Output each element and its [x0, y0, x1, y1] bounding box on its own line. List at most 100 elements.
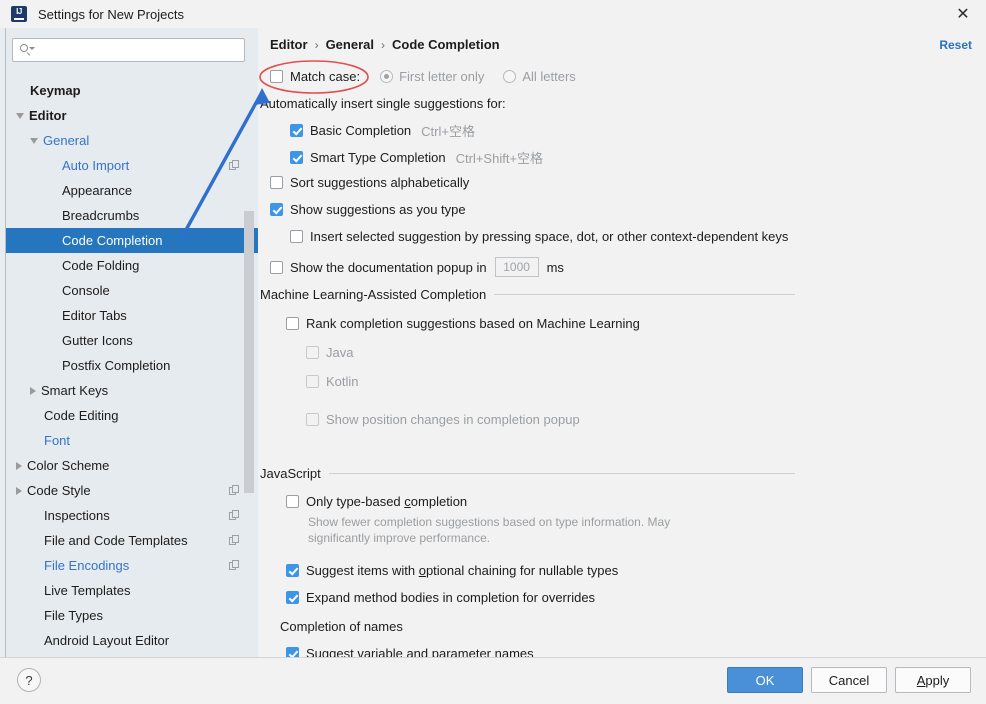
sidebar-item-console[interactable]: Console: [6, 278, 258, 303]
match-case-checkbox[interactable]: [270, 70, 283, 83]
search-input[interactable]: [37, 43, 244, 57]
sidebar-item-general[interactable]: General: [6, 128, 258, 153]
search-box[interactable]: [12, 38, 245, 62]
only-type-based-row: Only type-based completion: [286, 494, 467, 509]
ml-kotlin-checkbox[interactable]: [306, 375, 319, 388]
sidebar-item-code-folding[interactable]: Code Folding: [6, 253, 258, 278]
copy-settings-icon[interactable]: [229, 485, 240, 496]
window-title: Settings for New Projects: [38, 6, 184, 22]
sidebar-item-live-templates[interactable]: Live Templates: [6, 578, 258, 603]
breadcrumb-code-completion: Code Completion: [391, 37, 500, 52]
sort-alphabetically-checkbox[interactable]: [270, 176, 283, 189]
sidebar-item-breadcrumbs[interactable]: Breadcrumbs: [6, 203, 258, 228]
ml-position-changes-checkbox[interactable]: [306, 413, 319, 426]
sidebar-item-color-scheme[interactable]: Color Scheme: [6, 453, 258, 478]
ml-java-label: Java: [326, 345, 354, 360]
sidebar-item-gutter-icons[interactable]: Gutter Icons: [6, 328, 258, 353]
ml-rank-checkbox[interactable]: [286, 317, 299, 330]
all-letters-radio[interactable]: [503, 70, 517, 83]
optional-chaining-label: Suggest items with optional chaining for…: [306, 563, 619, 578]
match-case-row: Match case: First letter only All letter…: [270, 69, 576, 84]
chevron-right-icon[interactable]: [16, 486, 22, 495]
sidebar-item-code-editing[interactable]: Code Editing: [6, 403, 258, 428]
copy-settings-icon[interactable]: [229, 560, 240, 571]
sidebar-item-inspections[interactable]: Inspections: [6, 503, 258, 528]
sidebar-item-label: Breadcrumbs: [62, 208, 140, 223]
completion-of-names-text: Completion of names: [280, 619, 403, 634]
basic-completion-label: Basic Completion: [310, 123, 412, 138]
sidebar-item-postfix-completion[interactable]: Postfix Completion: [6, 353, 258, 378]
js-section-header: JavaScript: [260, 466, 795, 481]
sidebar-scrollbar-track[interactable]: [244, 78, 254, 657]
sidebar-item-code-style[interactable]: Code Style: [6, 478, 258, 503]
show-as-you-type-label: Show suggestions as you type: [290, 202, 466, 217]
dialog-footer: ? OK Cancel Apply: [0, 657, 986, 704]
sidebar-item-label: General: [43, 133, 90, 148]
doc-popup-delay-input[interactable]: [494, 257, 539, 277]
sidebar-item-label: Keymap: [30, 83, 81, 98]
suggest-variable-names-checkbox[interactable]: [286, 647, 299, 657]
sidebar-item-smart-keys[interactable]: Smart Keys: [6, 378, 258, 403]
first-letter-only-radio[interactable]: [380, 70, 394, 83]
cancel-button[interactable]: Cancel: [811, 667, 887, 693]
insert-selected-label: Insert selected suggestion by pressing s…: [310, 229, 789, 244]
show-as-you-type-checkbox[interactable]: [270, 203, 283, 216]
only-type-based-checkbox[interactable]: [286, 495, 299, 508]
chevron-down-icon[interactable]: [30, 137, 38, 144]
chevron-down-icon[interactable]: [16, 112, 24, 119]
sidebar-item-label: Smart Keys: [41, 383, 109, 398]
only-type-based-description: Show fewer completion suggestions based …: [308, 515, 671, 545]
sidebar-item-file-and-code-templates[interactable]: File and Code Templates: [6, 528, 258, 553]
sidebar-item-label: Inspections: [44, 508, 110, 523]
copy-settings-icon[interactable]: [229, 160, 240, 171]
ok-button[interactable]: OK: [727, 667, 803, 693]
smart-type-completion-row: Smart Type Completion Ctrl+Shift+空格: [290, 148, 543, 167]
chevron-right-icon[interactable]: [30, 386, 36, 395]
expand-method-bodies-checkbox[interactable]: [286, 591, 299, 604]
smart-type-completion-checkbox[interactable]: [290, 151, 303, 164]
sidebar-item-android-layout-editor[interactable]: Android Layout Editor: [6, 628, 258, 653]
sidebar-scrollbar-thumb[interactable]: [244, 211, 254, 493]
sidebar-item-keymap[interactable]: Keymap: [6, 78, 258, 103]
ml-java-row: Java: [306, 345, 353, 360]
sidebar-item-editor[interactable]: Editor: [6, 103, 258, 128]
ml-position-changes-row: Show position changes in completion popu…: [306, 412, 580, 427]
sidebar-item-label: Live Templates: [44, 583, 131, 598]
first-letter-only-label: First letter only: [399, 69, 485, 84]
optional-chaining-checkbox[interactable]: [286, 564, 299, 577]
breadcrumb-editor[interactable]: Editor: [270, 37, 308, 52]
sidebar-item-auto-import[interactable]: Auto Import: [6, 153, 258, 178]
copy-settings-icon[interactable]: [229, 510, 240, 521]
apply-button[interactable]: Apply: [895, 667, 971, 693]
insert-selected-checkbox[interactable]: [290, 230, 303, 243]
doc-popup-label: Show the documentation popup in: [290, 259, 487, 275]
close-icon[interactable]: ✕: [940, 0, 986, 28]
help-button[interactable]: ?: [17, 668, 41, 692]
sidebar-item-label: Postfix Completion: [62, 358, 171, 373]
sidebar-item-label: Code Folding: [62, 258, 140, 273]
settings-content-panel: Editor › General › Code Completion Reset…: [258, 28, 986, 657]
copy-settings-icon[interactable]: [229, 535, 240, 546]
ml-section-title: Machine Learning-Assisted Completion: [260, 287, 487, 302]
sidebar-item-file-encodings[interactable]: File Encodings: [6, 553, 258, 578]
reset-link[interactable]: Reset: [939, 38, 972, 52]
basic-completion-checkbox[interactable]: [290, 124, 303, 137]
sidebar-item-code-completion[interactable]: Code Completion: [6, 228, 258, 253]
sidebar-item-label: Gutter Icons: [62, 333, 133, 348]
doc-popup-checkbox[interactable]: [270, 260, 283, 274]
sidebar-item-label: Editor: [29, 108, 67, 123]
sidebar-item-label: Auto Import: [62, 158, 130, 173]
doc-popup-unit-label: ms: [546, 259, 564, 275]
sidebar-item-font[interactable]: Font: [6, 428, 258, 453]
ml-java-checkbox[interactable]: [306, 346, 319, 359]
basic-completion-shortcut: Ctrl+空格: [421, 124, 475, 139]
sidebar-item-editor-tabs[interactable]: Editor Tabs: [6, 303, 258, 328]
chevron-right-icon[interactable]: [16, 461, 22, 470]
sidebar-item-appearance[interactable]: Appearance: [6, 178, 258, 203]
settings-tree[interactable]: Keymap Editor General Auto Import Appearance…: [6, 78, 258, 657]
breadcrumb-general[interactable]: General: [326, 37, 374, 52]
suggest-variable-names-row: Suggest variable and parameter names: [286, 646, 534, 657]
completion-of-names-label: Completion of names: [280, 619, 403, 634]
sidebar-item-file-types[interactable]: File Types: [6, 603, 258, 628]
sidebar-item-label: Code Style: [27, 483, 91, 498]
